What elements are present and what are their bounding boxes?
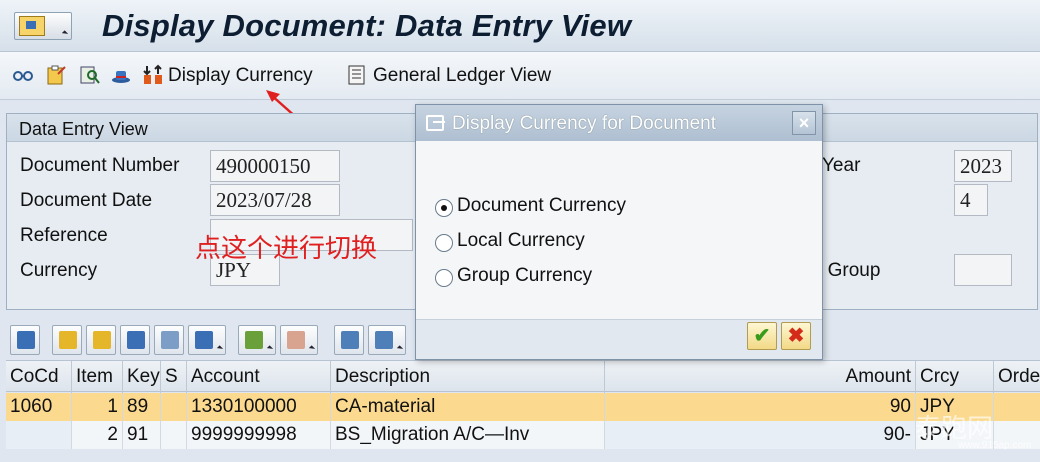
dropdown-indicator-icon (266, 345, 274, 352)
column-header-s[interactable]: S (161, 361, 187, 393)
cell-key: 89 (123, 393, 161, 421)
radio-label: Local Currency (457, 230, 585, 251)
application-toolbar: Display Currency General Ledger View (0, 52, 1040, 100)
currency-label: Currency (20, 260, 98, 281)
printer-icon (341, 331, 359, 349)
radio-label: Group Currency (457, 265, 593, 286)
cell-order (994, 393, 1040, 421)
cell-key: 91 (123, 421, 161, 449)
radio-button-selected[interactable] (435, 199, 453, 217)
filter-icon (195, 331, 213, 349)
reference-label: Reference (20, 225, 108, 246)
group-field[interactable] (954, 254, 1012, 286)
document-date-field[interactable]: 2023/07/28 (210, 184, 340, 216)
column-header-key[interactable]: Key (123, 361, 161, 393)
clipboard-edit-icon[interactable] (45, 64, 67, 86)
details-button[interactable] (10, 325, 40, 355)
cell-description: CA-material (331, 393, 605, 421)
cell-amount: 90- (605, 421, 916, 449)
cell-account: 1330100000 (187, 393, 331, 421)
table-header: CoCd Item Key S Account Description Amou… (6, 360, 1040, 393)
ok-button[interactable]: ✔ (747, 322, 777, 350)
column-header-item[interactable]: Item (72, 361, 123, 393)
display-currency-button[interactable]: Display Currency (168, 65, 313, 87)
cell-cocd: 1060 (6, 393, 72, 421)
fiscal-year-label: Year (822, 155, 861, 176)
dialog-window-icon (426, 115, 445, 131)
glasses-icon[interactable] (12, 64, 34, 86)
filter-button[interactable] (188, 325, 226, 355)
dialog-title: Display Currency for Document (452, 113, 716, 134)
title-bar: Display Document: Data Entry View (0, 0, 1040, 52)
find-document-icon[interactable] (79, 64, 101, 86)
subtotal-button[interactable] (280, 325, 318, 355)
sort-ascending-button[interactable] (52, 325, 82, 355)
total-button[interactable] (238, 325, 276, 355)
general-ledger-view-button[interactable]: General Ledger View (373, 65, 551, 87)
sort-descending-icon (93, 331, 111, 349)
view-button[interactable] (368, 325, 406, 355)
dropdown-indicator-icon (396, 345, 404, 352)
column-header-order[interactable]: Orde (994, 361, 1040, 393)
magnifier-icon (17, 331, 35, 349)
cancel-button[interactable]: ✖ (781, 322, 811, 350)
column-header-description[interactable]: Description (331, 361, 605, 393)
dialog-body: Document Currency Local Currency Group C… (416, 141, 822, 319)
print-button[interactable] (334, 325, 364, 355)
sort-ascending-icon (59, 331, 77, 349)
annotation-text: 点这个进行切换 (195, 234, 378, 264)
subtotal-icon (287, 331, 305, 349)
document-number-field[interactable]: 490000150 (210, 150, 340, 182)
table-row[interactable]: 2 91 9999999998 BS_Migration A/C—Inv 90-… (6, 421, 1040, 449)
radio-button[interactable] (435, 269, 453, 287)
close-icon[interactable]: × (792, 111, 816, 135)
find-button[interactable] (120, 325, 150, 355)
dialog-footer: ✔ ✖ (416, 319, 822, 359)
column-header-cocd[interactable]: CoCd (6, 361, 72, 393)
radio-label: Document Currency (457, 195, 626, 216)
ledger-icon[interactable] (346, 64, 368, 86)
radio-button[interactable] (435, 234, 453, 252)
dropdown-indicator-icon (216, 345, 224, 352)
find-next-button[interactable] (154, 325, 184, 355)
watermark-url: www.915ap.com (958, 440, 1032, 451)
currency-switch-icon[interactable] (142, 64, 164, 86)
column-header-account[interactable]: Account (187, 361, 331, 393)
view-icon (375, 331, 393, 349)
period-field[interactable]: 4 (954, 184, 988, 216)
binoculars-plus-icon (161, 331, 179, 349)
dropdown-indicator-icon (61, 30, 69, 37)
table-row[interactable]: 1060 1 89 1330100000 CA-material 90 JPY (6, 393, 1040, 421)
system-menu-button[interactable] (14, 12, 72, 40)
cell-description: BS_Migration A/C—Inv (331, 421, 605, 449)
dropdown-indicator-icon (308, 345, 316, 352)
cell-item: 1 (72, 393, 123, 421)
sort-descending-button[interactable] (86, 325, 116, 355)
fiscal-year-field[interactable]: 2023 (954, 150, 1012, 182)
page-title: Display Document: Data Entry View (102, 8, 632, 43)
cell-account: 9999999998 (187, 421, 331, 449)
display-currency-dialog: Display Currency for Document × Document… (415, 104, 823, 360)
cell-cocd (6, 421, 72, 449)
column-header-crcy[interactable]: Crcy (916, 361, 994, 393)
sigma-icon (245, 331, 263, 349)
cell-item: 2 (72, 421, 123, 449)
group-label: r Group (816, 260, 881, 281)
dialog-title-bar: Display Currency for Document × (416, 105, 822, 141)
hat-icon[interactable] (110, 64, 132, 86)
document-number-label: Document Number (20, 155, 180, 176)
column-header-amount[interactable]: Amount (605, 361, 916, 393)
cell-amount: 90 (605, 393, 916, 421)
cell-s (161, 421, 187, 449)
menu-icon (19, 16, 45, 36)
cell-s (161, 393, 187, 421)
document-date-label: Document Date (20, 190, 153, 211)
binoculars-icon (127, 331, 145, 349)
